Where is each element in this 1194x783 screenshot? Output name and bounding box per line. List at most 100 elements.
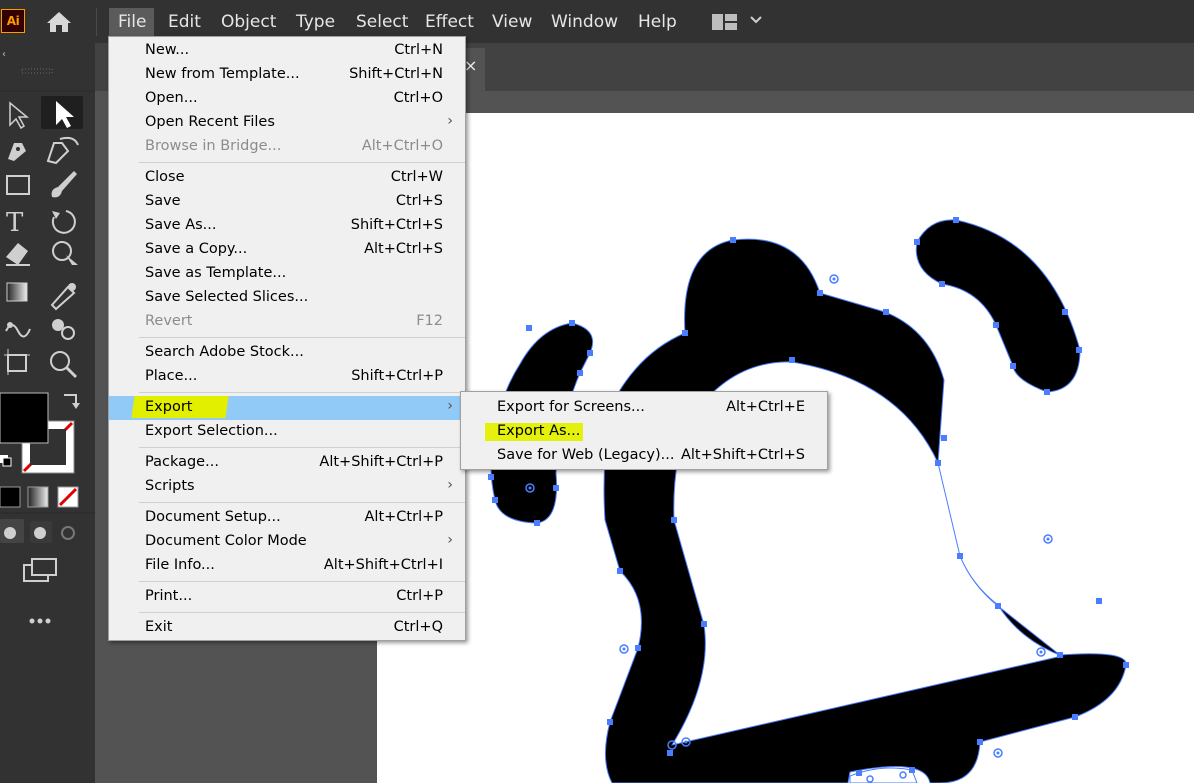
menu-item-label: Save as Template... (145, 265, 287, 281)
menu-item-shortcut: Shift+Ctrl+N (349, 66, 443, 82)
menu-item-label: Save Selected Slices... (145, 289, 309, 305)
submenu-item-shortcut: Alt+Shift+Ctrl+S (680, 447, 805, 463)
gradient-mode-button[interactable] (27, 486, 49, 508)
menu-item-label: Open Recent Files (145, 114, 275, 130)
menu-item-close[interactable]: Close Ctrl+W (109, 166, 465, 190)
menu-separator (139, 392, 465, 393)
menu-item-print[interactable]: Print... Ctrl+P (109, 585, 465, 609)
menu-item-save-as[interactable]: Save As... Shift+Ctrl+S (109, 214, 465, 238)
chevron-right-icon: › (447, 398, 453, 414)
menu-item-label: Save As... (145, 217, 217, 233)
menu-item-shortcut: Alt+Ctrl+S (364, 241, 443, 257)
close-tab-icon[interactable]: × (464, 56, 477, 75)
menu-item-shortcut: Alt+Shift+Ctrl+P (319, 454, 443, 470)
menu-window[interactable]: Window (551, 8, 618, 36)
zoom-tool-icon[interactable] (50, 351, 78, 379)
draw-inside-icon[interactable] (61, 526, 75, 540)
rectangle-tool-icon[interactable] (6, 175, 30, 195)
eraser-tool-icon[interactable] (6, 243, 30, 266)
shape-builder-tool-icon[interactable] (52, 319, 75, 340)
direct-selection-tool-icon[interactable] (9, 101, 30, 130)
menu-item-place[interactable]: Place... Shift+Ctrl+P (109, 365, 465, 389)
svg-text:‹: ‹ (2, 49, 6, 60)
menu-item-file-info[interactable]: File Info... Alt+Shift+Ctrl+I (109, 554, 465, 578)
pen-tool-icon[interactable] (8, 143, 26, 161)
menubar-divider (96, 8, 97, 36)
artboard-tool-icon[interactable] (4, 349, 30, 375)
menu-item-search-adobe-stock[interactable]: Search Adobe Stock... (109, 341, 465, 365)
paintbrush-tool-icon[interactable] (51, 171, 77, 198)
submenu-item-save-for-web-legacy[interactable]: Save for Web (Legacy)... Alt+Shift+Ctrl+S (461, 444, 827, 468)
gradient-tool-icon[interactable] (6, 282, 28, 302)
menu-separator (139, 581, 465, 582)
menu-item-scripts[interactable]: Scripts › (109, 475, 465, 499)
menu-item-label: New... (145, 42, 190, 58)
menu-separator (139, 337, 465, 338)
rotate-tool-icon[interactable] (51, 210, 76, 234)
home-icon[interactable] (45, 10, 73, 34)
menu-item-shortcut: Alt+Ctrl+O (361, 138, 443, 154)
menu-select[interactable]: Select (356, 8, 408, 36)
swap-fill-stroke-icon[interactable] (64, 394, 80, 409)
menu-item-shortcut: Ctrl+N (394, 42, 443, 58)
menu-item-open-recent-files[interactable]: Open Recent Files › (109, 111, 465, 135)
menu-view[interactable]: View (492, 8, 532, 36)
menu-item-save-selected-slices[interactable]: Save Selected Slices... (109, 286, 465, 310)
menu-help[interactable]: Help (638, 8, 677, 36)
curvature-tool-icon[interactable] (46, 136, 79, 165)
chevron-right-icon: › (447, 113, 453, 129)
menu-item-label: Place... (145, 368, 198, 384)
draw-behind-icon[interactable] (30, 521, 52, 543)
menu-item-shortcut: F12 (416, 313, 443, 329)
menu-item-revert: Revert F12 (109, 310, 465, 334)
submenu-item-export-for-screens[interactable]: Export for Screens... Alt+Ctrl+E (461, 396, 827, 420)
more-tools-icon[interactable] (29, 618, 51, 624)
menu-item-document-color-mode[interactable]: Document Color Mode › (109, 530, 465, 554)
workspace-switcher-icon[interactable] (711, 12, 739, 32)
menu-item-export-selection[interactable]: Export Selection... (109, 420, 465, 444)
menu-object[interactable]: Object (221, 8, 276, 36)
submenu-item-shortcut: Alt+Ctrl+E (726, 399, 805, 415)
chevron-right-icon: › (447, 477, 453, 493)
menu-file[interactable]: File (109, 8, 155, 36)
menu-item-document-setup[interactable]: Document Setup... Alt+Ctrl+P (109, 506, 465, 530)
menu-item-package[interactable]: Package... Alt+Shift+Ctrl+P (109, 451, 465, 475)
none-mode-button[interactable] (57, 486, 79, 508)
type-tool-icon[interactable]: T (6, 208, 24, 238)
menu-item-label: File Info... (145, 557, 215, 573)
submenu-item-export-as[interactable]: Export As... (461, 420, 827, 444)
menu-item-shortcut: Ctrl+P (396, 588, 443, 604)
menu-item-open[interactable]: Open... Ctrl+O (109, 87, 465, 111)
menu-effect[interactable]: Effect (425, 8, 474, 36)
menu-item-save-as-template[interactable]: Save as Template... (109, 262, 465, 286)
menu-type[interactable]: Type (296, 8, 335, 36)
menu-separator (139, 612, 465, 613)
menu-item-label: Export Selection... (145, 423, 278, 439)
screen-mode-icon[interactable] (23, 558, 57, 582)
menu-item-label: Search Adobe Stock... (145, 344, 304, 360)
menu-item-new-from-template[interactable]: New from Template... Shift+Ctrl+N (109, 63, 465, 87)
export-submenu: Export for Screens... Alt+Ctrl+E Export As… (460, 391, 828, 470)
menu-item-new[interactable]: New... Ctrl+N (109, 39, 465, 63)
app-logo: Ai (1, 9, 25, 33)
menu-item-save[interactable]: Save Ctrl+S (109, 190, 465, 214)
menu-item-label: Package... (145, 454, 219, 470)
blend-tool-icon[interactable] (5, 322, 31, 338)
menu-item-shortcut: Ctrl+W (390, 169, 443, 185)
color-mode-button[interactable] (0, 486, 21, 508)
puppet-warp-tool-icon[interactable] (52, 241, 78, 265)
menu-item-label: Export (145, 399, 193, 415)
menu-item-label: Document Color Mode (145, 533, 307, 549)
default-colors-icon[interactable] (0, 455, 12, 467)
fill-swatch[interactable] (0, 392, 49, 444)
menu-item-exit[interactable]: Exit Ctrl+Q (109, 616, 465, 640)
eyedropper-tool-icon[interactable] (50, 283, 76, 311)
menu-item-label: Document Setup... (145, 509, 281, 525)
draw-normal-icon[interactable] (4, 527, 16, 539)
menu-edit[interactable]: Edit (168, 8, 201, 36)
menu-item-export[interactable]: Export › (109, 396, 465, 420)
chevron-down-icon[interactable] (748, 12, 764, 28)
menu-item-browse-in-bridge: Browse in Bridge... Alt+Ctrl+O (109, 135, 465, 159)
menu-item-save-a-copy[interactable]: Save a Copy... Alt+Ctrl+S (109, 238, 465, 262)
menu-item-shortcut: Alt+Shift+Ctrl+I (323, 557, 443, 573)
